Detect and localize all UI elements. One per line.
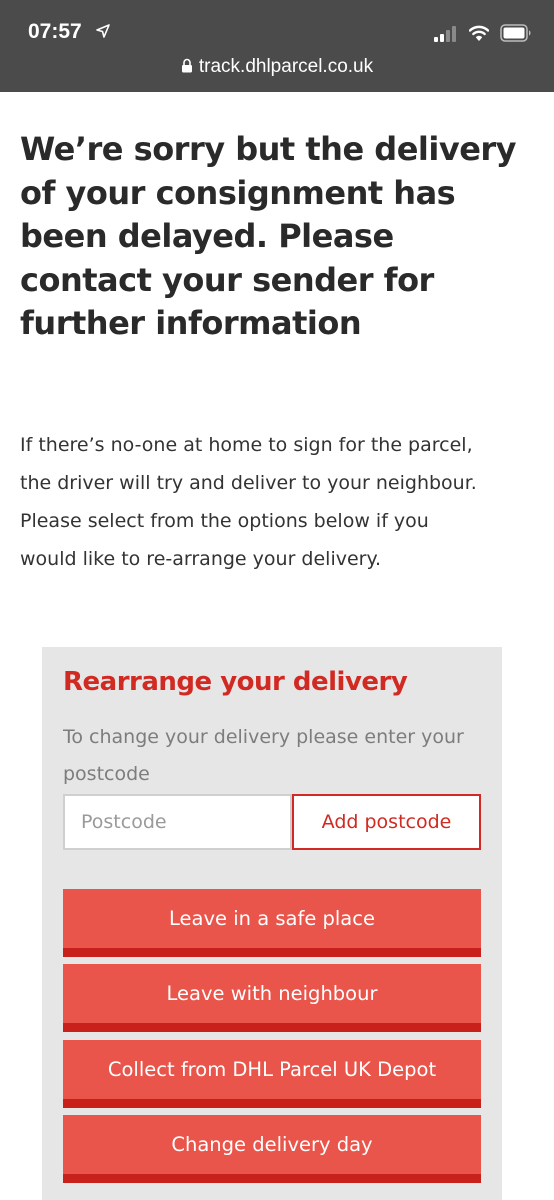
url-text: track.dhlparcel.co.uk — [198, 56, 374, 77]
collect-from-depot-button[interactable]: Collect from DHL Parcel UK Depot — [63, 1040, 481, 1108]
rearrange-title: Rearrange your delivery — [63, 667, 408, 697]
rearrange-delivery-panel: Rearrange your delivery To change your d… — [42, 647, 502, 1200]
status-time: 07:57 — [28, 20, 82, 43]
battery-icon — [500, 24, 531, 42]
change-delivery-day-button[interactable]: Change delivery day — [63, 1115, 481, 1183]
browser-chrome: 07:57 track.dhlparcel.co.uk — [0, 0, 554, 92]
postcode-hint: To change your delivery please enter you… — [63, 726, 464, 785]
lock-icon — [181, 58, 192, 73]
intro-text: If there’s no-one at home to sign for th… — [20, 434, 477, 570]
page-title: We’re sorry but the delivery of your con… — [20, 130, 517, 342]
address-bar[interactable]: track.dhlparcel.co.uk — [0, 56, 554, 84]
leave-safe-place-button[interactable]: Leave in a safe place — [63, 889, 481, 957]
signal-icon — [434, 26, 456, 42]
location-arrow-icon — [96, 24, 110, 38]
add-postcode-button[interactable]: Add postcode — [292, 794, 481, 850]
wifi-icon — [469, 25, 489, 41]
leave-with-neighbour-button[interactable]: Leave with neighbour — [63, 964, 481, 1032]
postcode-input[interactable] — [63, 794, 292, 850]
